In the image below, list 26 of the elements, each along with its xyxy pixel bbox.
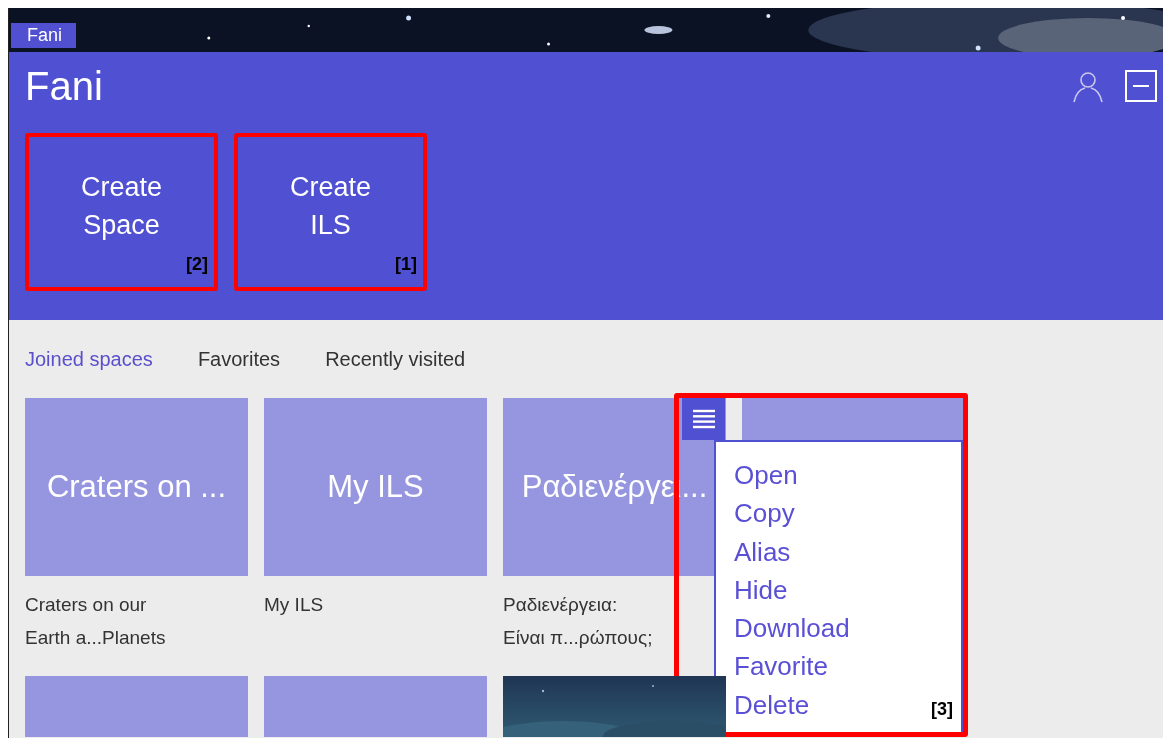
minimize-icon[interactable] [1125, 70, 1157, 102]
annotation-label: [3] [931, 699, 953, 720]
tab[interactable]: Favorites [197, 347, 281, 371]
menu-item[interactable]: Open [734, 456, 798, 495]
tile-caption: Earth a...Planets [25, 626, 167, 650]
tile-caption: My ILS [264, 593, 325, 617]
menu-item[interactable]: Hide [734, 570, 788, 610]
tile-caption: Είναι π...ρώπους; [503, 626, 654, 650]
menu-item[interactable]: Alias [734, 532, 791, 571]
menu-button[interactable] [682, 398, 725, 440]
menu-item[interactable]: Download [734, 609, 850, 648]
tile-caption: Craters on our [25, 593, 148, 617]
space-tile[interactable] [25, 676, 248, 737]
space-tab[interactable]: Fani [11, 23, 76, 48]
user-icon[interactable] [1071, 69, 1105, 103]
space-tile[interactable] [264, 676, 487, 737]
menu-item[interactable]: Favorite [734, 647, 828, 686]
space-title: Fani [25, 63, 103, 109]
menu-item[interactable]: Copy [734, 494, 795, 533]
annotation-label: [2] [186, 254, 208, 275]
tab[interactable]: Recently visited [325, 347, 466, 371]
menu-item[interactable]: Delete [734, 685, 810, 725]
tab[interactable]: Joined spaces [25, 347, 153, 371]
annotation-label: [1] [395, 254, 417, 275]
tile-caption: Ραδιενέργεια: [503, 593, 619, 617]
menu-icon [692, 409, 715, 429]
